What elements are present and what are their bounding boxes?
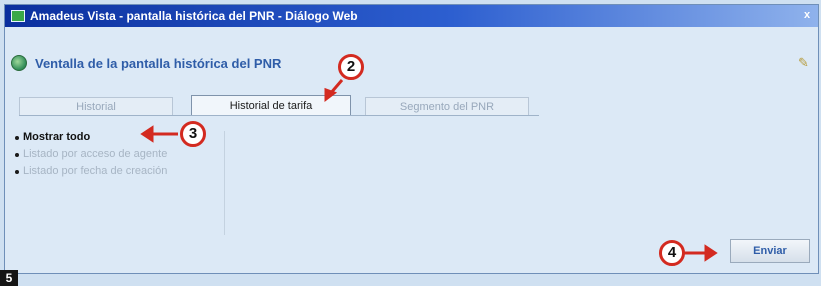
callout-3: 3 (180, 121, 206, 147)
callout-4: 4 (659, 240, 685, 266)
arrow-2-head (324, 87, 338, 102)
arrow-3-head (140, 125, 154, 143)
callout-arrows (140, 79, 718, 262)
step-badge: 5 (0, 270, 18, 286)
arrow-4-head (704, 244, 718, 262)
callout-2: 2 (338, 54, 364, 80)
